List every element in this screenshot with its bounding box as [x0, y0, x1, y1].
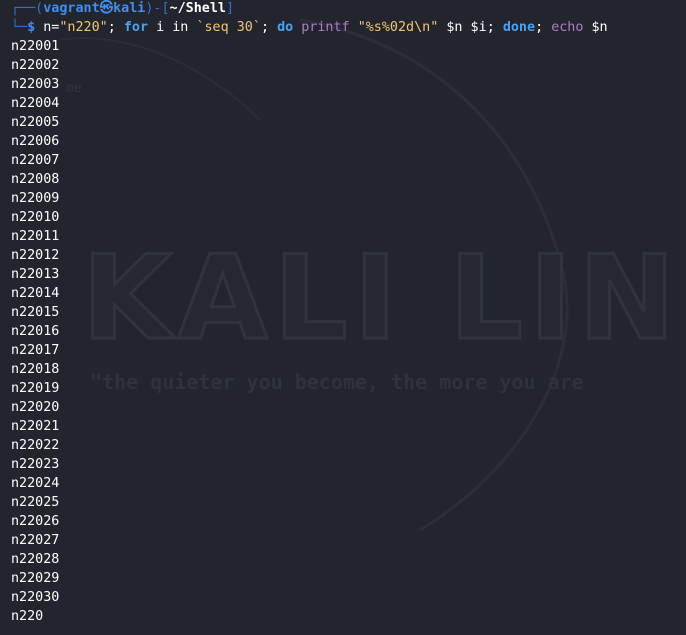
prompt-host: kali [113, 1, 146, 16]
prompt-path: ~/Shell [169, 1, 226, 16]
cmd-string-value: "n220" [59, 20, 108, 35]
cmd-backtick-seq: `seq 30` [196, 20, 261, 35]
output-line: n22020 [11, 400, 60, 415]
output-line: n22018 [11, 362, 60, 377]
output-line: n22004 [11, 96, 60, 111]
cmd-printf: printf [301, 20, 350, 35]
output-line: n22005 [11, 115, 60, 130]
cmd-echo-args: $n [583, 20, 608, 35]
prompt-dollar: $ [27, 20, 36, 35]
output-line: n22024 [11, 476, 60, 491]
prompt-header: ┌──(vagrant㉿kali)-[~/Shell] [11, 0, 234, 18]
output-line: n22027 [11, 533, 60, 548]
cmd-space [350, 20, 358, 35]
cmd-separator: ; [486, 20, 503, 35]
output-line: n22009 [11, 191, 60, 206]
output-line: n22007 [11, 153, 60, 168]
cmd-format-string: "%s%02d\n" [357, 20, 439, 35]
prompt-user: vagrant [43, 1, 100, 16]
output-line: n22011 [11, 229, 60, 244]
output-line: n22012 [11, 248, 60, 263]
prompt-mid: )-[ [145, 1, 170, 16]
output-line: n22015 [11, 305, 60, 320]
output-line: n22017 [11, 343, 60, 358]
cmd-separator: ; [107, 20, 124, 35]
cmd-printf-args: $n $i [438, 20, 487, 35]
output-line: n22028 [11, 552, 60, 567]
cmd-echo: echo [551, 20, 584, 35]
output-line: n22029 [11, 571, 60, 586]
prompt-open: ┌──( [11, 1, 44, 16]
prompt-corner: └─ [11, 20, 28, 35]
cmd-var-assign: n= [35, 20, 60, 35]
output-line: n22022 [11, 438, 60, 453]
output-line: n22002 [11, 58, 60, 73]
terminal-window[interactable]: ┌──(vagrant㉿kali)-[~/Shell] └─$ n="n220"… [0, 0, 686, 635]
output-line: n22025 [11, 495, 60, 510]
output-line: n22008 [11, 172, 60, 187]
output-line: n22019 [11, 381, 60, 396]
output-line: n22003 [11, 77, 60, 92]
cmd-for-rest: i in [148, 20, 197, 35]
prompt-at-symbol: ㉿ [99, 1, 114, 16]
output-line: n22016 [11, 324, 60, 339]
prompt-close: ] [225, 1, 235, 16]
output-line: n22026 [11, 514, 60, 529]
cmd-keyword-for: for [123, 20, 149, 35]
output-line: n22014 [11, 286, 60, 301]
output-line: n22030 [11, 590, 60, 605]
cmd-keyword-do: do [277, 20, 294, 35]
cmd-separator: ; [535, 20, 552, 35]
output-line: n22023 [11, 457, 60, 472]
cmd-separator: ; [260, 20, 278, 35]
output-line: n22013 [11, 267, 60, 282]
output-line: n220 [11, 609, 44, 624]
output-line: n22010 [11, 210, 60, 225]
cmd-keyword-done: done [502, 20, 536, 35]
output-line: n22006 [11, 134, 60, 149]
output-line: n22021 [11, 419, 60, 434]
command-line[interactable]: └─$ n="n220"; for i in `seq 30`; do prin… [11, 18, 608, 37]
output-line: n22001 [11, 39, 60, 54]
